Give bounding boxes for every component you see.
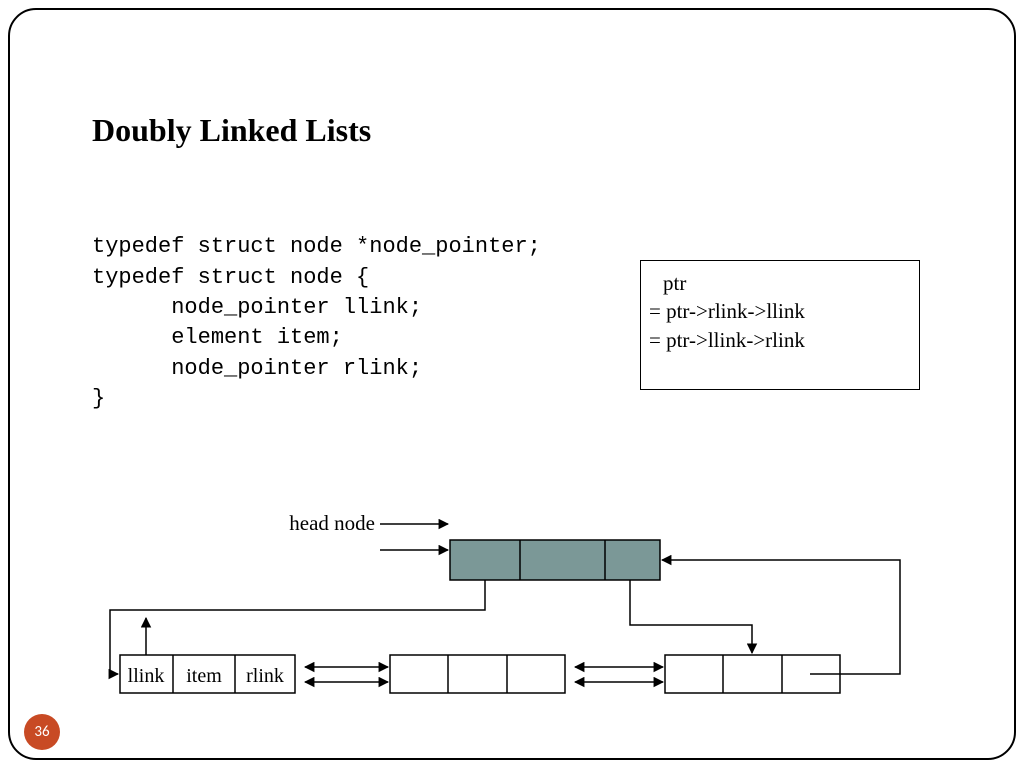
code-line: typedef struct node *node_pointer; <box>92 234 541 259</box>
note-line: ptr <box>649 269 911 297</box>
dll-diagram: head node llink item rlink <box>60 510 960 730</box>
note-line: = ptr->rlink->llink <box>649 297 911 325</box>
code-line: node_pointer rlink; <box>92 356 422 381</box>
code-line: typedef struct node { <box>92 265 369 290</box>
identity-note-box: ptr = ptr->rlink->llink = ptr->llink->rl… <box>640 260 920 390</box>
note-line: = ptr->llink->rlink <box>649 326 911 354</box>
page-number-badge: 36 <box>24 714 60 750</box>
field-label-llink: llink <box>128 665 165 687</box>
head-node-box <box>450 540 660 580</box>
field-label-item: item <box>186 665 222 687</box>
field-label-rlink: rlink <box>246 665 284 687</box>
slide-title: Doubly Linked Lists <box>92 112 371 149</box>
code-block: typedef struct node *node_pointer; typed… <box>92 202 541 415</box>
node-2 <box>390 655 565 693</box>
code-line: node_pointer llink; <box>92 295 422 320</box>
head-node-label: head node <box>289 511 375 535</box>
code-line: element item; <box>92 325 343 350</box>
head-rlink-to-node3 <box>630 580 752 653</box>
code-line: } <box>92 386 105 411</box>
